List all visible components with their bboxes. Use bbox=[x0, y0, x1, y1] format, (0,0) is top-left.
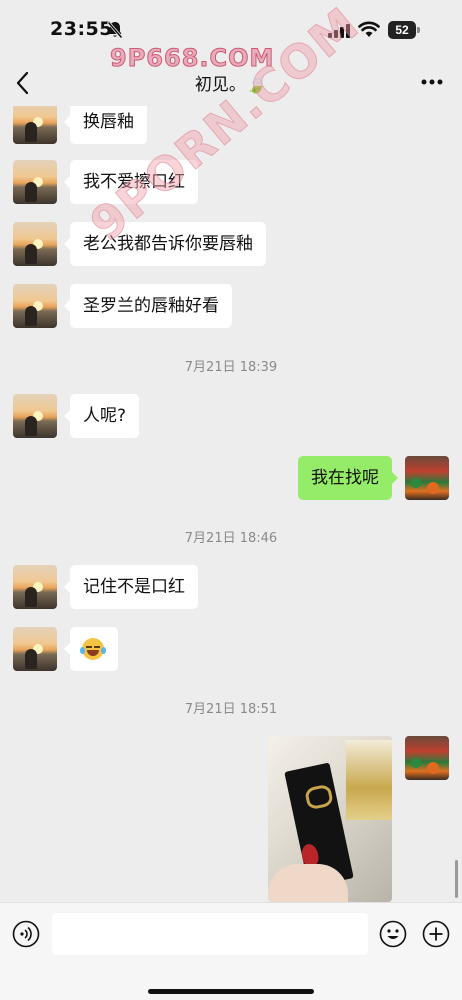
figure-shape bbox=[25, 244, 37, 264]
emoji-tear bbox=[101, 647, 106, 654]
wifi-icon bbox=[358, 21, 380, 37]
message-row: 我不爱擦口红 bbox=[0, 160, 462, 204]
timestamp: 7月21日 18:46 bbox=[184, 531, 278, 546]
bell-slash-icon bbox=[107, 21, 123, 39]
avatar-shape bbox=[411, 758, 421, 768]
rolling-laughing-emoji-icon bbox=[80, 638, 106, 660]
message-bubble[interactable]: 我不爱擦口红 bbox=[64, 160, 198, 204]
figure-shape bbox=[25, 122, 37, 142]
figure-shape bbox=[25, 649, 37, 669]
timestamp: 7月21日 18:51 bbox=[184, 702, 278, 717]
message-bubble[interactable]: 换唇釉 bbox=[64, 106, 147, 144]
timestamp: 7月21日 18:39 bbox=[184, 360, 278, 375]
contact-avatar[interactable] bbox=[13, 160, 57, 204]
contact-avatar[interactable] bbox=[13, 284, 57, 328]
message-bubble[interactable]: 老公我都告诉你要唇釉 bbox=[64, 222, 266, 266]
photo-hand bbox=[268, 864, 348, 902]
chat-area[interactable]: 换唇釉 我不爱擦口红 老公我都告诉你要唇釉 圣罗兰的唇釉好看 7月21日 18:… bbox=[0, 106, 462, 902]
contact-avatar[interactable] bbox=[13, 222, 57, 266]
avatar-shape bbox=[411, 478, 421, 488]
emoji-eye bbox=[94, 646, 100, 648]
ellipsis-icon[interactable] bbox=[420, 78, 444, 86]
message-row: 人呢? bbox=[0, 394, 462, 438]
message-bubble-self[interactable]: 我在找呢 bbox=[298, 456, 398, 500]
emoji-tear bbox=[80, 647, 85, 654]
voice-icon[interactable] bbox=[12, 920, 40, 948]
message-row: 圣罗兰的唇釉好看 bbox=[0, 284, 462, 328]
message-row: 老公我都告诉你要唇釉 bbox=[0, 222, 462, 266]
home-indicator[interactable] bbox=[148, 989, 314, 994]
plus-icon[interactable] bbox=[422, 920, 450, 948]
signal-icon bbox=[328, 24, 350, 38]
chat-title: 初见。🍃 bbox=[194, 75, 268, 95]
message-bubble-emoji[interactable] bbox=[64, 627, 118, 671]
message-row: 记住不是口红 bbox=[0, 565, 462, 609]
input-bar bbox=[0, 902, 462, 1000]
self-avatar[interactable] bbox=[405, 456, 449, 500]
contact-avatar[interactable] bbox=[13, 106, 57, 144]
scrollbar[interactable] bbox=[455, 860, 458, 898]
message-input[interactable] bbox=[52, 913, 368, 955]
figure-shape bbox=[25, 182, 37, 202]
battery-tip bbox=[417, 27, 420, 33]
battery-icon: 52 bbox=[388, 21, 420, 39]
self-avatar[interactable] bbox=[405, 736, 449, 780]
message-bubble[interactable]: 人呢? bbox=[63, 394, 140, 438]
message-row: 我在找呢 bbox=[0, 456, 462, 500]
message-row bbox=[0, 627, 462, 671]
emoji-icon[interactable] bbox=[379, 920, 407, 948]
message-bubble[interactable]: 记住不是口红 bbox=[64, 565, 198, 609]
nav-bar: 初见。🍃 bbox=[0, 60, 462, 106]
message-row bbox=[0, 736, 462, 902]
emoji-mouth bbox=[87, 650, 99, 656]
contact-avatar[interactable] bbox=[13, 627, 57, 671]
message-row: 换唇釉 bbox=[0, 106, 462, 144]
status-time: 23:55 bbox=[50, 18, 113, 40]
message-bubble[interactable]: 圣罗兰的唇釉好看 bbox=[64, 284, 232, 328]
emoji-eye bbox=[86, 646, 92, 648]
figure-shape bbox=[25, 306, 37, 326]
figure-shape bbox=[25, 416, 37, 436]
lipstick-photo[interactable] bbox=[268, 736, 392, 902]
battery-level: 52 bbox=[388, 21, 416, 39]
figure-shape bbox=[25, 587, 37, 607]
avatar-shape bbox=[427, 482, 439, 494]
photo-gold-box bbox=[346, 740, 392, 820]
contact-avatar[interactable] bbox=[13, 565, 57, 609]
avatar-shape bbox=[427, 762, 439, 774]
contact-avatar[interactable] bbox=[13, 394, 57, 438]
